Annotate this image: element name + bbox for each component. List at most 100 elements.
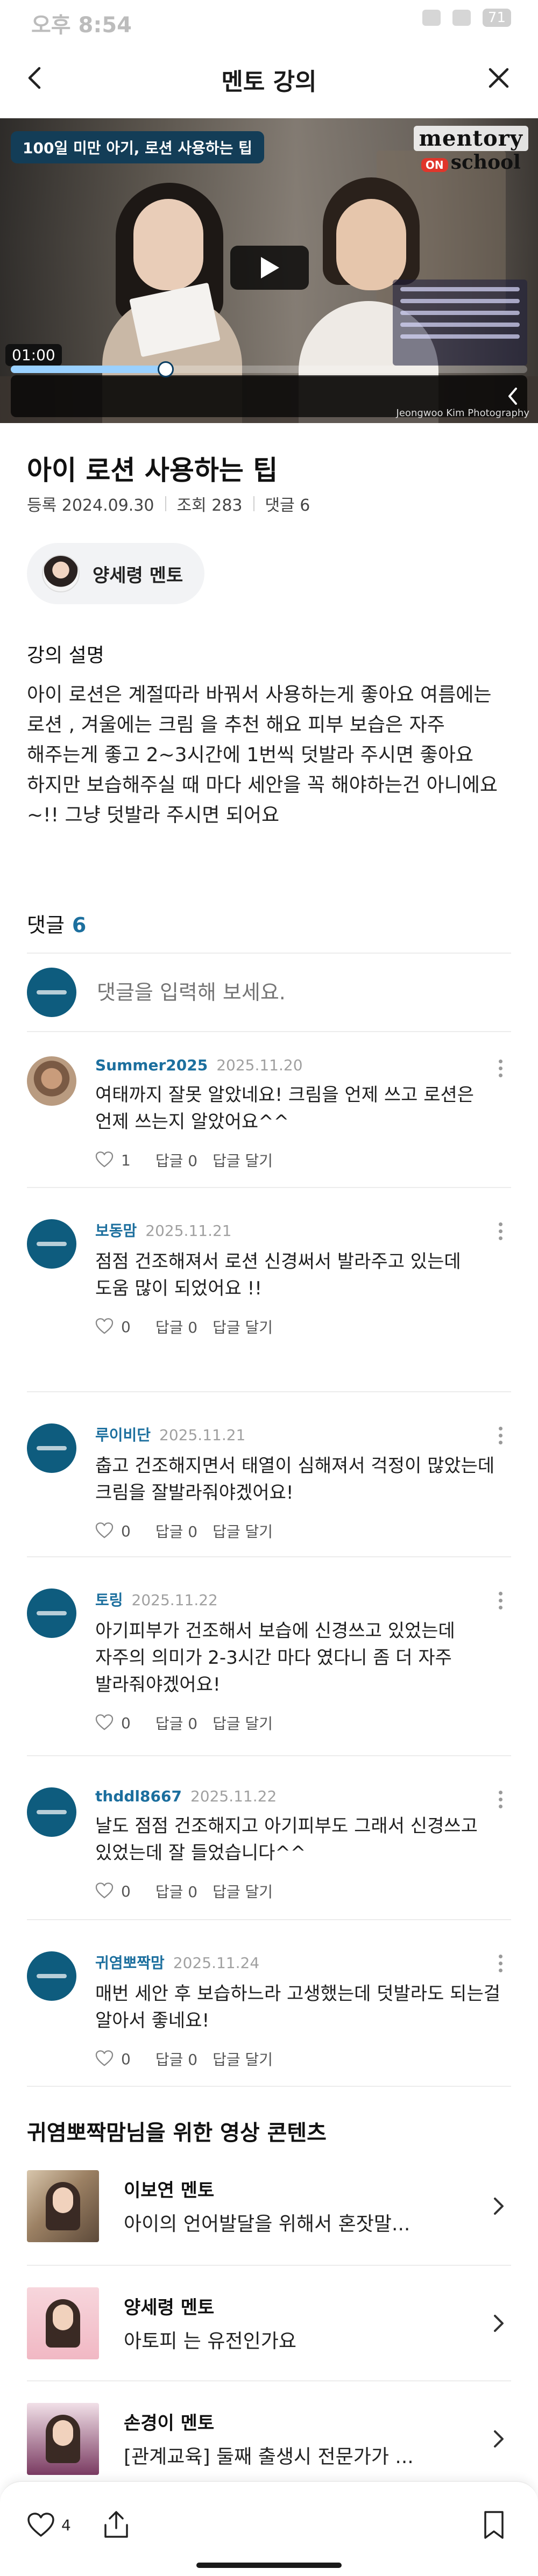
play-button[interactable] [230,246,309,290]
divider [27,1556,511,1557]
top-header: 멘토 강의 [0,38,538,118]
comment-input[interactable] [97,981,506,1004]
video-info-line [400,334,520,339]
like-count: 4 [61,2516,71,2534]
status-icons: 71 [422,9,511,27]
more-options-icon[interactable] [490,1787,511,1820]
comment-like-button[interactable] [95,1522,114,1540]
logo-on-badge: ON [421,158,448,172]
heart-icon [95,1151,114,1168]
more-options-icon[interactable] [490,1219,511,1251]
comment-like-button[interactable] [95,1882,114,1900]
more-options-icon[interactable] [490,1588,511,1621]
recommended-mentor: 손경이 멘토 [124,2413,215,2434]
comment-like-count: 0 [121,1714,131,1732]
video-info-line [400,311,520,315]
comment-like-button[interactable] [95,1151,114,1169]
comment-date: 2025.11.20 [216,1056,303,1074]
video-title-tag: 100일 미만 아기, 로션 사용하는 팁 [11,131,264,163]
comment-like-button[interactable] [95,2050,114,2068]
like-button[interactable]: 4 [27,2512,71,2538]
commenter-name: 루이비단 [95,1426,151,1444]
meta-divider [253,496,254,511]
status-bar: 오후 8:54 71 [0,0,538,38]
video-person-left-face [133,199,203,290]
comments-heading-label: 댓글 [27,913,65,937]
write-reply-button[interactable]: 답글 달기 [213,1316,273,1337]
reply-count: 답글 0 [155,1152,198,1170]
recommended-item[interactable]: 이보연 멘토 아이의 언어발달을 위해서 혼잣말... [27,2170,511,2242]
comment-like-button[interactable] [95,1714,114,1732]
more-options-icon[interactable] [490,1423,511,1456]
recommended-item[interactable]: 양세령 멘토 아토피 는 유전인가요 [27,2287,511,2359]
comments-count: 6 [72,913,87,937]
user-avatar [27,968,76,1017]
comment-date: 2025.11.22 [131,1591,218,1609]
heart-icon [95,1883,114,1899]
video-progress-bar[interactable] [11,361,527,377]
comment-count: 댓글 6 [265,496,310,515]
comment-like-count: 0 [121,1318,131,1336]
bookmark-button[interactable] [482,2510,506,2542]
lecture-description: 아이 로션은 계절따라 바꿔서 사용하는게 좋아요 여름에는 로션 , 겨울에는… [27,684,498,826]
more-options-icon[interactable] [490,1951,511,1984]
comment-like-count: 0 [121,2050,131,2068]
collapse-controls-button[interactable] [500,384,525,409]
heart-icon [95,1522,114,1539]
video-progress-thumb[interactable] [158,361,174,377]
divider [27,953,511,954]
comment-date: 2025.11.22 [190,1787,277,1805]
recommended-thumbnail [27,2170,99,2242]
commenter-avatar [27,1423,76,1473]
divider [27,1391,511,1392]
write-reply-button[interactable]: 답글 달기 [213,1880,273,1902]
commenter-name: thddl8667 [95,1787,182,1805]
close-button[interactable] [475,54,523,102]
lecture-meta: 등록 2024.09.30 조회 283 댓글 6 [27,492,310,516]
video-credit: Jeongwoo Kim Photography [396,407,529,419]
comment-like-button[interactable] [95,1318,114,1336]
commenter-name: 보동맘 [95,1222,137,1240]
wifi-icon [452,10,471,26]
lecture-title: 아이 로션 사용하는 팁 [27,455,278,486]
bottom-action-bar: 4 [0,2481,538,2576]
mentor-chip[interactable]: 양세령 멘토 [27,543,205,604]
registered-date: 등록 2024.09.30 [27,496,154,515]
divider [27,1031,511,1032]
comment-text: 아기피부가 건조해서 보습에 신경쓰고 있었는데 자주의 의미가 2-3시간 마… [95,1620,455,1695]
view-count: 조회 283 [176,496,243,515]
comments-heading: 댓글 6 [27,908,86,938]
recommended-item[interactable]: 손경이 멘토 [관계교육] 둘째 출생시 전문가가 ... [27,2403,511,2475]
comment-text: 춥고 건조해지면서 태열이 심해져서 걱정이 많았는데 크림을 잘발라줘야겠어요… [95,1455,495,1504]
more-options-icon[interactable] [490,1056,511,1089]
commenter-avatar [27,1787,76,1837]
write-reply-button[interactable]: 답글 달기 [213,1149,273,1171]
video-player[interactable]: 100일 미만 아기, 로션 사용하는 팁 mentory ON school … [0,118,538,423]
video-progress-fill [11,366,166,373]
divider [27,1187,511,1188]
close-icon [489,68,509,88]
write-reply-button[interactable]: 답글 달기 [213,1712,273,1734]
share-icon [104,2511,128,2538]
heart-icon [27,2513,54,2537]
description-heading: 강의 설명 [27,645,104,667]
write-reply-button[interactable]: 답글 달기 [213,2048,273,2070]
status-time: 오후 8:54 [31,13,132,38]
mentory-logo-icon [37,1810,67,1814]
commenter-avatar [27,1056,76,1106]
share-button[interactable] [102,2510,130,2542]
recommended-mentor: 양세령 멘토 [124,2297,215,2319]
commenter-avatar [27,1219,76,1269]
divider [27,1919,511,1920]
reply-count: 답글 0 [155,1715,198,1733]
recommended-heading: 귀염뽀짝맘님을 위한 영상 콘텐츠 [27,2121,327,2145]
comment-text: 여태까지 잘못 알았네요! 크림을 언제 쓰고 로션은 언제 쓰는지 알았어요^… [95,1084,475,1133]
video-info-panel [393,280,527,366]
divider [27,1755,511,1756]
logo-sub-text: school [450,151,521,174]
reply-count: 답글 0 [155,1523,198,1541]
write-reply-button[interactable]: 답글 달기 [213,1520,273,1542]
mentor-name: 양세령 멘토 [93,564,183,586]
video-info-line [400,323,520,327]
divider [27,2086,511,2087]
